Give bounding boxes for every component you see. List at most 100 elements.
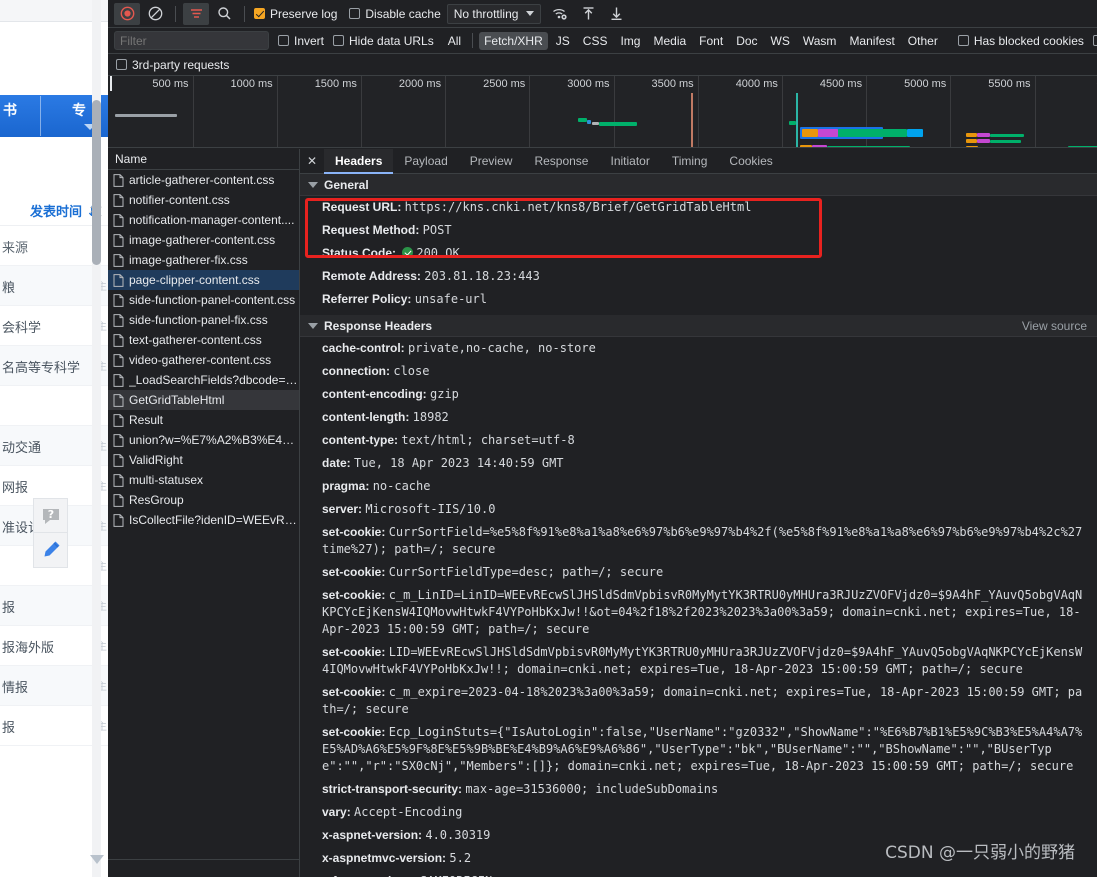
- document-icon: [113, 253, 124, 267]
- overview-request-bar: [990, 140, 1021, 143]
- help-fab-button[interactable]: ?: [33, 498, 68, 533]
- tab-response[interactable]: Response: [523, 149, 599, 173]
- filter-toggle-button[interactable]: [183, 2, 209, 25]
- search-button[interactable]: [211, 3, 237, 25]
- general-section-header[interactable]: General: [300, 174, 1097, 196]
- request-name: IsCollectFile?idenID=WEEvREc...: [129, 513, 299, 527]
- header-row: content-type: text/html; charset=utf-8: [300, 429, 1097, 452]
- type-filter-font[interactable]: Font: [694, 32, 728, 50]
- import-har-button[interactable]: [575, 3, 601, 25]
- overview-request-bar: [817, 129, 839, 137]
- header-row: set-cookie: c_m_LinID=LinID=WEEvREcwSlJH…: [300, 584, 1097, 641]
- header-value: c_m_LinID=LinID=WEEvREcwSlJHSldSdmVpbisv…: [322, 588, 1083, 636]
- header-key: vary:: [322, 805, 355, 819]
- type-filter-media[interactable]: Media: [648, 32, 691, 50]
- overview-request-bar: [1067, 146, 1097, 147]
- third-party-requests-checkbox[interactable]: 3rd-party requests: [116, 58, 229, 72]
- has-blocked-cookies-checkbox[interactable]: Has blocked cookies: [957, 34, 1084, 48]
- tab-timing[interactable]: Timing: [661, 149, 719, 173]
- request-row[interactable]: article-gatherer-content.css: [108, 170, 299, 190]
- type-filter-wasm[interactable]: Wasm: [798, 32, 842, 50]
- tab-cookies[interactable]: Cookies: [718, 149, 783, 173]
- header-key: strict-transport-security:: [322, 782, 466, 796]
- request-row[interactable]: notifier-content.css: [108, 190, 299, 210]
- tab-headers[interactable]: Headers: [324, 149, 394, 174]
- document-icon: [113, 493, 124, 507]
- view-source-link[interactable]: View source: [1022, 319, 1087, 333]
- tab-preview[interactable]: Preview: [459, 149, 524, 173]
- overview-tick-line: [360, 76, 362, 147]
- type-filter-img[interactable]: Img: [615, 32, 645, 50]
- header-row: content-encoding: gzip: [300, 383, 1097, 406]
- type-filter-doc[interactable]: Doc: [731, 32, 762, 50]
- record-button[interactable]: [114, 2, 140, 25]
- preserve-log-checkbox[interactable]: Preserve log: [254, 7, 337, 21]
- request-row[interactable]: IsCollectFile?idenID=WEEvREc...: [108, 510, 299, 530]
- request-row[interactable]: image-gatherer-fix.css: [108, 250, 299, 270]
- close-detail-button[interactable]: ✕: [300, 149, 324, 173]
- filter-funnel-icon: [190, 9, 202, 18]
- detail-content[interactable]: General Request URL: https://kns.cnki.ne…: [300, 174, 1097, 877]
- type-filter-ws[interactable]: WS: [766, 32, 795, 50]
- chevron-down-icon: [526, 11, 535, 16]
- header-value: Microsoft-IIS/10.0: [365, 502, 496, 516]
- request-row[interactable]: side-function-panel-fix.css: [108, 310, 299, 330]
- network-conditions-button[interactable]: [547, 3, 573, 25]
- type-filter-other[interactable]: Other: [903, 32, 943, 50]
- header-value: Accept-Encoding: [354, 805, 463, 819]
- hide-data-urls-checkbox[interactable]: Hide data URLs: [333, 34, 434, 48]
- network-toolbar: Preserve log Disable cache No throttling: [108, 0, 1097, 28]
- request-row[interactable]: notification-manager-content....: [108, 210, 299, 230]
- overview-request-bar: [965, 133, 977, 137]
- request-row[interactable]: video-gatherer-content.css: [108, 350, 299, 370]
- header-row: set-cookie: c_m_expire=2023-04-18%2023%3…: [300, 681, 1097, 721]
- page-scrollbar-thumb[interactable]: [92, 100, 101, 265]
- request-row[interactable]: ResGroup: [108, 490, 299, 510]
- request-row[interactable]: page-clipper-content.css: [108, 270, 299, 290]
- question-bubble-icon: ?: [42, 508, 59, 524]
- export-har-button[interactable]: [603, 3, 629, 25]
- request-row[interactable]: multi-statusex: [108, 470, 299, 490]
- invert-checkbox[interactable]: Invert: [278, 34, 324, 48]
- throttling-select[interactable]: No throttling: [446, 3, 542, 24]
- nav-item-book[interactable]: 书: [3, 100, 17, 120]
- request-row[interactable]: Result: [108, 410, 299, 430]
- type-filter-fetch-xhr[interactable]: Fetch/XHR: [479, 31, 548, 50]
- type-filter-all[interactable]: All: [443, 32, 466, 50]
- header-value: Tue, 18 Apr 2023 14:40:59 GMT: [354, 456, 564, 470]
- request-row[interactable]: text-gatherer-content.css: [108, 330, 299, 350]
- tab-payload[interactable]: Payload: [393, 149, 458, 173]
- request-row[interactable]: union?w=%E7%A2%B3%E4%B...: [108, 430, 299, 450]
- sort-publish-time[interactable]: 发表时间 ↓: [30, 201, 97, 220]
- type-filter-js[interactable]: JS: [551, 32, 575, 50]
- type-filter-manifest[interactable]: Manifest: [844, 32, 899, 50]
- header-value: text/html; charset=utf-8: [401, 433, 575, 447]
- header-key: set-cookie:: [322, 588, 389, 602]
- request-list-header[interactable]: Name: [108, 149, 299, 170]
- request-row[interactable]: side-function-panel-content.css: [108, 290, 299, 310]
- response-headers-section-header[interactable]: Response Headers View source: [300, 315, 1097, 337]
- overview-request-bar: [838, 129, 908, 137]
- request-row[interactable]: GetGridTableHtml: [108, 390, 299, 410]
- nav-divider: [40, 96, 41, 136]
- request-row[interactable]: image-gatherer-content.css: [108, 230, 299, 250]
- disable-cache-checkbox[interactable]: Disable cache: [349, 7, 441, 21]
- tab-initiator[interactable]: Initiator: [599, 149, 660, 173]
- network-overview-timeline[interactable]: 500 ms 1000 ms 1500 ms 2000 ms 2500 ms 3000 m…: [108, 76, 1097, 148]
- nav-item-special[interactable]: 专: [72, 100, 86, 120]
- document-icon: [113, 313, 124, 327]
- header-key: connection:: [322, 364, 394, 378]
- request-name: Result: [129, 413, 164, 427]
- feedback-pen-button[interactable]: [33, 533, 68, 568]
- blocked-requests-checkbox[interactable]: Blocked Requests: [1092, 34, 1097, 48]
- type-filter-css[interactable]: CSS: [578, 32, 613, 50]
- scroll-down-icon[interactable]: [90, 855, 104, 864]
- header-key: pragma:: [322, 479, 373, 493]
- header-key: set-cookie:: [322, 525, 389, 539]
- document-icon: [113, 353, 124, 367]
- request-row[interactable]: ValidRight: [108, 450, 299, 470]
- header-value: 203.81.18.23:443: [424, 269, 540, 283]
- filter-input[interactable]: [114, 31, 269, 50]
- clear-button[interactable]: [142, 3, 168, 25]
- request-row[interactable]: _LoadSearchFields?dbcode=CF...: [108, 370, 299, 390]
